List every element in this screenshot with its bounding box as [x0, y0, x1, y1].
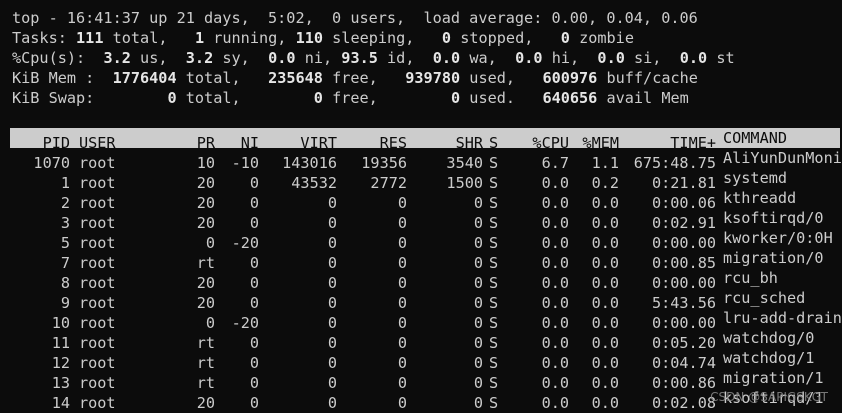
cpu-hi-label: hi,: [551, 49, 580, 67]
cell-command: migration/0: [723, 249, 824, 267]
mem-buff: 600976: [542, 69, 598, 87]
cpu-si: 0.0: [597, 49, 625, 67]
swap-free-label: free,: [332, 89, 378, 107]
swap-total: 0: [167, 89, 177, 107]
process-table-header: PID USER PR NI VIRT RES SHR S %CPU %MEM TIME+ COMMA…: [10, 128, 842, 152]
table-row[interactable]: 8 root 20 0 0 0 0 S 0.0 0.0 0:00.00 rcu_bh: [12, 268, 838, 292]
swap-avail: 640656: [542, 89, 598, 107]
mem-line: KiB Mem : 1776404 total, 235648 free, 93…: [12, 68, 838, 88]
table-row[interactable]: 2 root 20 0 0 0 0 S 0.0 0.0 0:00.06 kthreadd: [12, 188, 838, 212]
table-row[interactable]: 12 root rt 0 0 0 0 S 0.0 0.0 0:04.74 watchdog/1: [12, 348, 838, 372]
cpu-label: %Cpu(s):: [12, 49, 86, 67]
cell-command: rcu_bh: [723, 269, 778, 287]
cell-cpu: 0.0: [541, 394, 569, 412]
tasks-stopped-label: stopped,: [460, 29, 534, 47]
cell-command: ksoftirqd/0: [723, 209, 824, 227]
cell-command: systemd: [723, 169, 788, 187]
cell-user: root: [79, 394, 116, 412]
cell-command: lru-add-drain: [723, 309, 842, 327]
mem-total-label: total,: [185, 69, 241, 87]
swap-used: 0: [450, 89, 461, 107]
tasks-running: 1: [194, 29, 205, 47]
mem-buff-label: buff/cache: [606, 69, 698, 87]
mem-free: 235648: [268, 69, 323, 87]
cell-shr: 0: [473, 394, 483, 412]
table-row[interactable]: 10 root 0 -20 0 0 0 S 0.0 0.0 0:00.00 lru-add-drain: [12, 308, 842, 332]
mem-label: KiB Mem :: [12, 69, 95, 87]
cell-time: 0:02.08: [651, 394, 716, 412]
cpu-st-label: st: [716, 49, 735, 67]
mem-used-label: used,: [469, 69, 516, 87]
cpu-ni-label: ni,: [304, 49, 333, 67]
col-command[interactable]: COMMAND: [716, 128, 842, 148]
watermark-text: CSDN @SAPIGSKGT: [710, 390, 828, 404]
tasks-stopped: 0: [441, 29, 452, 47]
tasks-total-label: total,: [112, 29, 168, 47]
cpu-us-label: us,: [140, 49, 168, 67]
tasks-line: Tasks: 111 total, 1 running, 110 sleepin…: [12, 28, 838, 48]
cell-pid: 14: [51, 394, 70, 412]
cpu-st: 0.0: [679, 49, 708, 67]
cell-mem: 0.0: [591, 394, 619, 412]
cell-command: AliYunDunMonito: [723, 149, 842, 167]
cpu-id: 93.5: [341, 49, 378, 67]
table-row[interactable]: 13 root rt 0 0 0 0 S 0.0 0.0 0:00.86 migration/1: [12, 368, 838, 392]
table-row[interactable]: 1 root 20 0 43532 2772 1500 S 0.0 0.2 0:21.81 syste…: [12, 168, 838, 192]
swap-used-label: used.: [469, 89, 516, 107]
terminal-window[interactable]: top - 16:41:37 up 21 days, 5:02, 0 users…: [10, 8, 842, 412]
cell-command: kthreadd: [723, 189, 797, 207]
tasks-zombie: 0: [560, 29, 570, 47]
table-row[interactable]: 7 root rt 0 0 0 0 S 0.0 0.0 0:00.85 migration/0: [12, 248, 838, 272]
cpu-line: %Cpu(s): 3.2 us, 3.2 sy, 0.0 ni, 93.5 id…: [12, 48, 838, 68]
cpu-id-label: id,: [387, 49, 415, 67]
cpu-us: 3.2: [103, 49, 131, 67]
cell-command: migration/1: [723, 369, 824, 387]
mem-used: 939780: [405, 69, 461, 87]
cell-ni: 0: [249, 394, 259, 412]
cpu-sy: 3.2: [185, 49, 214, 67]
cell-command: kworker/0:0H: [723, 229, 833, 247]
table-row[interactable]: 1070 root 10 -10 143016 19356 3540 S 6.7 1.1 675:4…: [12, 148, 842, 172]
swap-label: KiB Swap:: [12, 89, 95, 107]
cpu-wa: 0.0: [432, 49, 461, 67]
cpu-ni: 0.0: [268, 49, 296, 67]
table-row[interactable]: 5 root 0 -20 0 0 0 S 0.0 0.0 0:00.00 kworker/0:0H: [12, 228, 838, 252]
mem-free-label: free,: [332, 69, 378, 87]
table-row[interactable]: 3 root 20 0 0 0 0 S 0.0 0.0 0:02.91 ksoftirqd/0: [12, 208, 838, 232]
swap-line: KiB Swap: 0 total, 0 free, 0 used. 64065…: [12, 88, 838, 108]
cell-pr: 20: [196, 394, 215, 412]
tasks-running-label: running,: [213, 29, 287, 47]
cell-command: watchdog/1: [723, 349, 815, 367]
uptime-line: top - 16:41:37 up 21 days, 5:02, 0 users…: [12, 8, 838, 28]
process-table-body: 1070 root 10 -10 143016 19356 3540 S 6.7 1.1 675:4…: [12, 148, 842, 412]
tasks-label: Tasks:: [12, 29, 67, 47]
table-row[interactable]: 11 root rt 0 0 0 0 S 0.0 0.0 0:05.20 watchdog/0: [12, 328, 838, 352]
swap-total-label: total,: [185, 89, 241, 107]
tasks-zombie-label: zombie: [579, 29, 634, 47]
cell-command: watchdog/0: [723, 329, 815, 347]
table-row[interactable]: 9 root 20 0 0 0 0 S 0.0 0.0 5:43.56 rcu_sched: [12, 288, 838, 312]
cell-virt: 0: [327, 394, 337, 412]
cpu-si-label: si,: [634, 49, 662, 67]
uptime-text: top - 16:41:37 up 21 days, 5:02, 0 users…: [12, 9, 698, 27]
swap-avail-label: avail Mem: [606, 89, 689, 107]
cell-state: S: [489, 394, 499, 412]
tasks-sleeping: 110: [295, 29, 323, 47]
cpu-sy-label: sy,: [222, 49, 250, 67]
cpu-wa-label: wa,: [469, 49, 497, 67]
cpu-hi: 0.0: [515, 49, 543, 67]
swap-free: 0: [313, 89, 323, 107]
cell-res: 0: [397, 394, 407, 412]
tasks-sleeping-label: sleeping,: [332, 29, 415, 47]
cell-command: rcu_sched: [723, 289, 806, 307]
tasks-total: 111: [76, 29, 104, 47]
mem-total: 1776404: [112, 69, 177, 87]
